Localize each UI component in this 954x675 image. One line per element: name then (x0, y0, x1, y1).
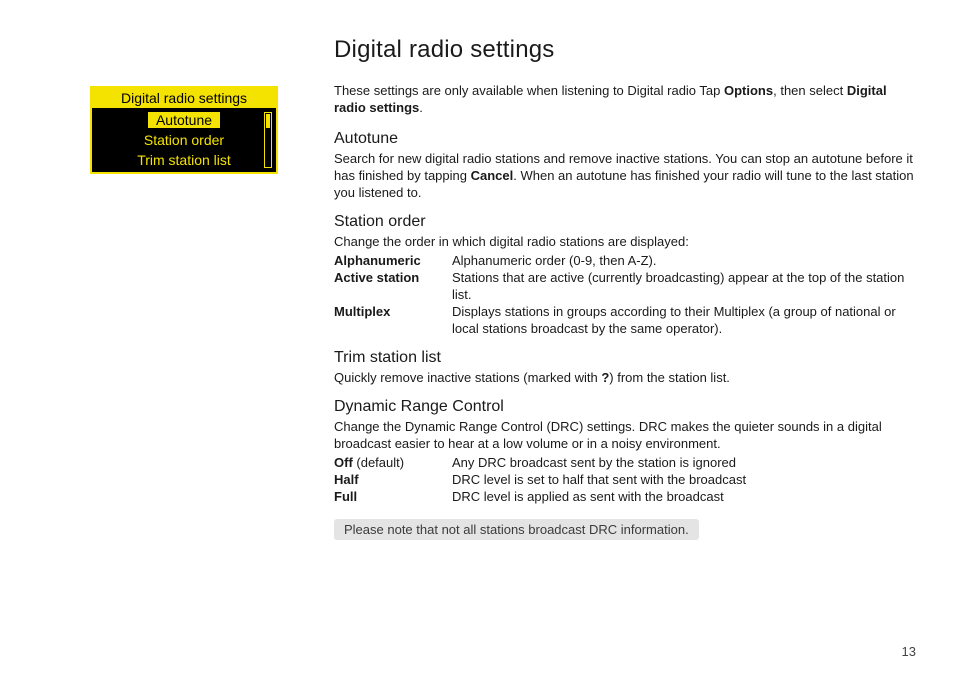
intro-text: These settings are only available when l… (334, 82, 916, 116)
cancel-label: Cancel (471, 168, 514, 183)
def-row: Active station Stations that are active … (334, 269, 916, 303)
def-term: Half (334, 471, 452, 488)
screen-item-label: Autotune (148, 112, 220, 128)
station-order-intro: Change the order in which digital radio … (334, 233, 916, 250)
def-desc: DRC level is set to half that sent with … (452, 471, 916, 488)
scrollbar (264, 112, 272, 168)
station-order-heading: Station order (334, 213, 916, 231)
page-title: Digital radio settings (334, 36, 916, 64)
scrollbar-thumb (266, 114, 270, 128)
autotune-heading: Autotune (334, 130, 916, 148)
screen-item-station-order: Station order (92, 130, 276, 150)
def-desc: Displays stations in groups according to… (452, 303, 916, 337)
def-term: Active station (334, 269, 452, 303)
page-number: 13 (902, 644, 916, 659)
def-row: Alphanumeric Alphanumeric order (0-9, th… (334, 252, 916, 269)
def-row: Full DRC level is applied as sent with t… (334, 488, 916, 505)
def-row: Multiplex Displays stations in groups ac… (334, 303, 916, 337)
device-screen: Digital radio settings Autotune Station … (90, 86, 278, 174)
drc-heading: Dynamic Range Control (334, 398, 916, 416)
screen-menu: Autotune Station order Trim station list (92, 108, 276, 172)
screen-item-trim: Trim station list (92, 150, 276, 170)
def-desc: Stations that are active (currently broa… (452, 269, 916, 303)
drc-defs: Off (default) Any DRC broadcast sent by … (334, 454, 916, 505)
def-term: Full (334, 488, 452, 505)
drc-intro: Change the Dynamic Range Control (DRC) s… (334, 418, 916, 452)
drc-note: Please note that not all stations broadc… (334, 519, 699, 540)
trim-after: ) from the station list. (609, 370, 730, 385)
trim-before: Quickly remove inactive stations (marked… (334, 370, 601, 385)
trim-heading: Trim station list (334, 349, 916, 367)
def-desc: Any DRC broadcast sent by the station is… (452, 454, 916, 471)
def-row: Off (default) Any DRC broadcast sent by … (334, 454, 916, 471)
def-term: Off (default) (334, 454, 452, 471)
trim-text: Quickly remove inactive stations (marked… (334, 369, 916, 386)
def-term: Alphanumeric (334, 252, 452, 269)
intro-middle: , then select (773, 83, 847, 98)
content: Digital radio settings These settings ar… (334, 36, 916, 540)
screen-title: Digital radio settings (92, 88, 276, 108)
def-desc: Alphanumeric order (0-9, then A-Z). (452, 252, 916, 269)
screen-item-autotune: Autotune (92, 110, 276, 130)
options-label: Options (724, 83, 773, 98)
station-order-defs: Alphanumeric Alphanumeric order (0-9, th… (334, 252, 916, 337)
intro-suffix: . (419, 100, 423, 115)
def-desc: DRC level is applied as sent with the br… (452, 488, 916, 505)
def-row: Half DRC level is set to half that sent … (334, 471, 916, 488)
intro-prefix: These settings are only available when l… (334, 83, 724, 98)
autotune-text: Search for new digital radio stations an… (334, 150, 916, 201)
def-term: Multiplex (334, 303, 452, 337)
